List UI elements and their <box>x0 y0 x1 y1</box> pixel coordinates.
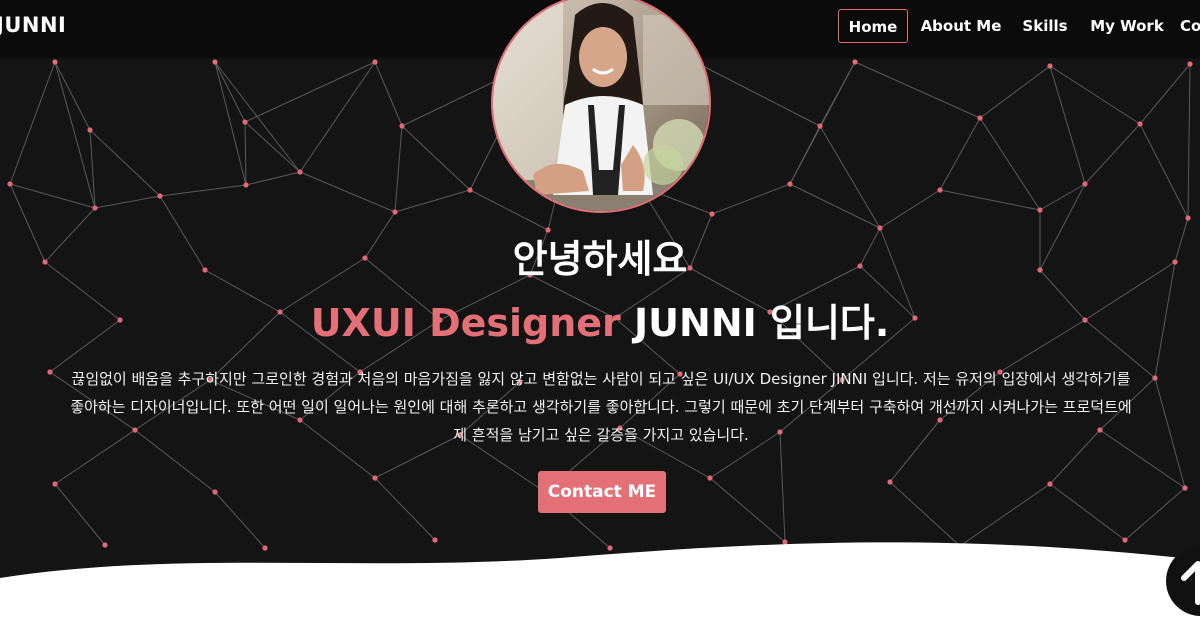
network-node <box>1082 181 1088 187</box>
network-line <box>979 65 1051 119</box>
network-line <box>159 184 247 197</box>
scroll-top-button[interactable] <box>1166 546 1200 616</box>
network-node <box>87 127 93 133</box>
network-line <box>214 61 246 123</box>
network-line <box>54 61 91 131</box>
hero-greeting: 안녕하세요 <box>512 237 688 281</box>
network-node <box>7 181 13 187</box>
network-node <box>1187 61 1193 67</box>
hero-section: JUNNI Home About Me Skills My Work Conta… <box>0 0 1200 630</box>
network-node <box>243 182 249 188</box>
network-line <box>214 61 247 186</box>
network-line <box>374 61 403 127</box>
network-line <box>1154 377 1186 489</box>
network-node <box>212 489 218 495</box>
contact-me-button[interactable]: Contact ME <box>538 471 666 513</box>
network-node <box>212 59 218 65</box>
network-node <box>817 123 823 129</box>
network-node <box>1137 121 1143 127</box>
network-node <box>1152 375 1158 381</box>
network-line <box>854 61 981 119</box>
nav-my-work[interactable]: My Work <box>1088 9 1166 43</box>
brand-logo[interactable]: JUNNI <box>0 13 66 37</box>
profile-photo <box>491 0 711 213</box>
network-line <box>89 129 161 197</box>
network-line <box>299 171 396 213</box>
network-node <box>1037 207 1043 213</box>
network-line <box>244 61 376 123</box>
network-node <box>1047 63 1053 69</box>
network-node <box>937 187 943 193</box>
network-line <box>394 125 403 213</box>
network-line <box>9 61 56 185</box>
network-node <box>1185 215 1191 221</box>
network-line <box>401 125 471 191</box>
network-node <box>707 475 713 481</box>
network-line <box>299 61 376 173</box>
network-node <box>399 123 405 129</box>
nav-contact[interactable]: Contact <box>1180 9 1200 43</box>
network-node <box>52 59 58 65</box>
hero-name: JUNNI 입니다. <box>620 301 890 345</box>
bottom-wave <box>0 542 1200 630</box>
network-node <box>467 187 473 193</box>
network-line <box>979 117 1041 211</box>
network-node <box>852 59 858 65</box>
network-line <box>1139 63 1191 125</box>
network-node <box>372 59 378 65</box>
network-node <box>297 169 303 175</box>
network-line <box>789 125 821 185</box>
network-node <box>52 481 58 487</box>
network-line <box>1139 123 1189 219</box>
network-line <box>244 121 247 186</box>
network-node <box>392 209 398 215</box>
network-line <box>939 117 981 191</box>
network-line <box>819 125 881 229</box>
network-node <box>1047 481 1053 487</box>
arrow-up-icon <box>1181 561 1200 605</box>
network-line <box>9 183 96 209</box>
hero-role: UXUI Designer <box>310 301 621 345</box>
network-line <box>879 189 941 229</box>
network-line <box>245 171 301 186</box>
hero-intro: 끊임없이 배움을 추구하지만 그로인한 경험과 처음의 마음가짐을 잃지 않고 … <box>70 370 1132 444</box>
network-line <box>89 129 96 209</box>
network-node <box>157 193 163 199</box>
network-node <box>47 369 53 375</box>
network-line <box>1187 63 1191 219</box>
network-line <box>214 61 301 173</box>
network-node <box>242 119 248 125</box>
network-node <box>92 205 98 211</box>
network-line <box>469 189 549 231</box>
network-line <box>244 121 301 173</box>
network-line <box>1084 123 1141 185</box>
network-line <box>694 61 821 127</box>
network-line <box>394 189 471 213</box>
network-line <box>711 183 791 215</box>
nav-skills[interactable]: Skills <box>1016 9 1074 43</box>
network-line <box>94 195 161 209</box>
network-node <box>709 211 715 217</box>
network-line <box>1049 65 1141 125</box>
nav-about-me[interactable]: About Me <box>918 9 1004 43</box>
nav-home[interactable]: Home <box>838 9 908 43</box>
network-line <box>54 61 96 209</box>
network-node <box>372 475 378 481</box>
hero-title: UXUI Designer JUNNI 입니다. <box>0 292 1200 347</box>
network-node <box>977 115 983 121</box>
network-node <box>1182 485 1188 491</box>
network-node <box>787 181 793 187</box>
network-line <box>1049 65 1086 185</box>
network-line <box>939 189 1041 211</box>
network-node <box>887 479 893 485</box>
